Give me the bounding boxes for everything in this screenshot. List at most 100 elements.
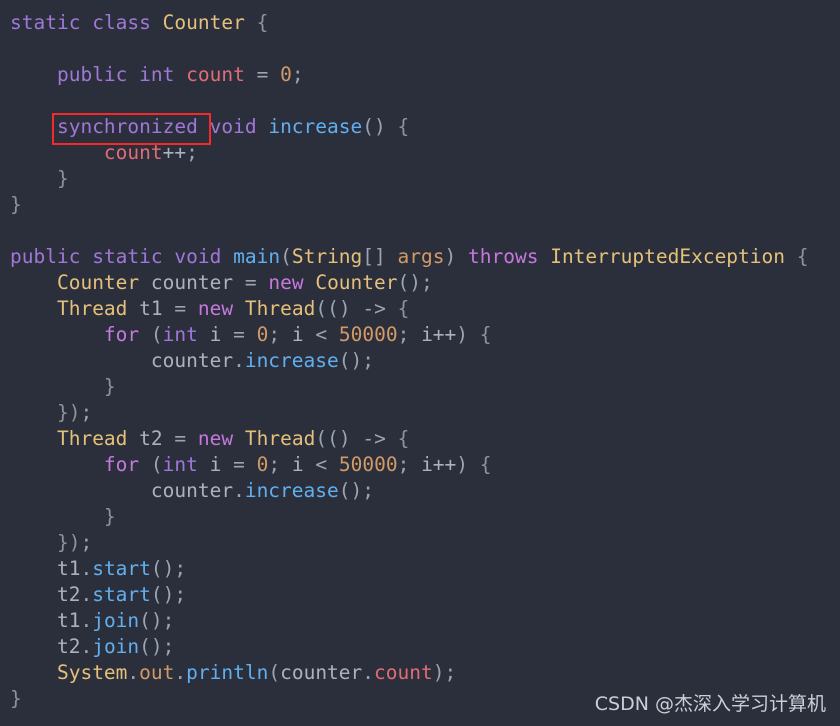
code-token: .: [80, 609, 93, 632]
code-token: ;: [162, 635, 175, 658]
code-line: });: [10, 530, 809, 556]
code-token: out: [139, 661, 175, 684]
code-line: public static void main(String[] args) t…: [10, 244, 809, 270]
code-line: t2.join();: [10, 634, 809, 660]
code-token: .: [362, 661, 375, 684]
code-token: .: [174, 661, 187, 684]
code-line: System.out.println(counter.count);: [10, 660, 809, 686]
code-token: count: [186, 63, 245, 86]
code-token: class: [92, 11, 151, 34]
code-token: ;: [268, 323, 292, 346]
code-block[interactable]: static class Counter { public int count …: [0, 0, 809, 712]
code-token: ;: [80, 531, 93, 554]
code-token: }: [10, 687, 22, 710]
code-token: 0: [256, 323, 269, 346]
code-token: count: [103, 141, 163, 164]
code-token: .: [80, 583, 93, 606]
code-token: args: [397, 245, 445, 268]
code-token: (): [150, 583, 175, 606]
code-token: join: [92, 609, 140, 632]
code-token: i: [291, 453, 304, 476]
code-token: Counter: [162, 11, 245, 34]
code-line: });: [10, 400, 809, 426]
code-token: i++: [421, 323, 457, 346]
code-token: (): [338, 349, 363, 372]
code-token: (: [280, 245, 292, 268]
code-token: =: [233, 453, 245, 476]
code-token: ): [456, 323, 469, 346]
code-token: (): [338, 479, 363, 502]
code-token: counter: [150, 271, 234, 294]
code-line: counter.increase();: [10, 348, 809, 374]
code-token: int: [162, 453, 198, 476]
code-line: Thread t2 = new Thread(() -> {: [10, 426, 809, 452]
code-token: Thread: [244, 427, 316, 450]
code-token: Thread: [56, 297, 128, 320]
code-token: (): [139, 635, 163, 658]
code-token: 0: [280, 63, 292, 86]
code-token: 0: [256, 453, 269, 476]
code-token: start: [92, 583, 151, 606]
code-token: i++: [421, 453, 457, 476]
code-token: i: [209, 453, 222, 476]
code-token: public: [10, 245, 81, 268]
code-token: t1: [56, 557, 81, 580]
code-token: ;: [397, 453, 422, 476]
code-token: {: [397, 115, 410, 138]
code-token: 50000: [338, 453, 398, 476]
code-line: for (int i = 0; i < 50000; i++) {: [10, 322, 809, 348]
code-line: for (int i = 0; i < 50000; i++) {: [10, 452, 809, 478]
code-line: }: [10, 166, 809, 192]
code-token: ;: [291, 63, 304, 86]
code-token: (): [397, 271, 421, 294]
code-token: .: [127, 661, 140, 684]
code-line: t2.start();: [10, 582, 809, 608]
code-token: ;: [174, 583, 187, 606]
code-token: void: [209, 115, 257, 138]
code-token: ;: [444, 661, 457, 684]
code-token: {: [397, 427, 410, 450]
code-token: i: [291, 323, 304, 346]
code-token: t1: [56, 609, 81, 632]
code-token: []: [362, 245, 386, 268]
code-token: =: [244, 271, 257, 294]
code-token: t2: [56, 635, 81, 658]
code-token: ): [456, 453, 469, 476]
code-line: Thread t1 = new Thread(() -> {: [10, 296, 809, 322]
code-token: ): [444, 245, 457, 268]
code-token: ;: [397, 323, 422, 346]
code-token: int: [162, 323, 198, 346]
